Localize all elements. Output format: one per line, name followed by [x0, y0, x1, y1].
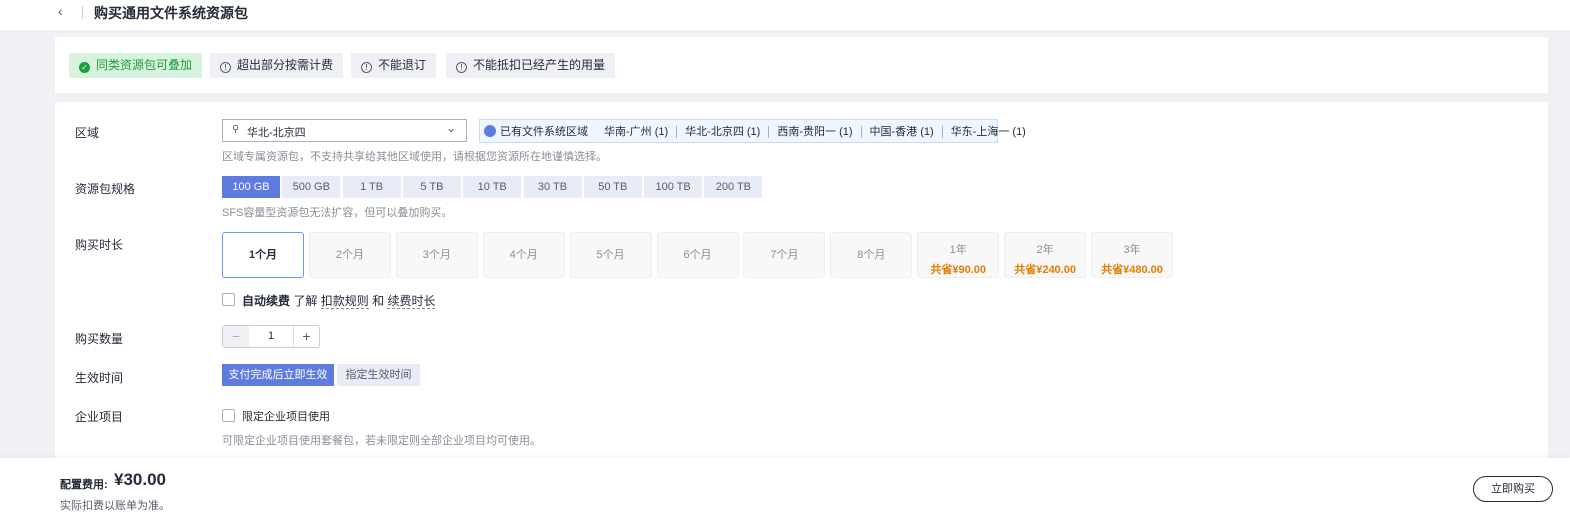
- duration-option[interactable]: 4个月: [482, 232, 565, 278]
- existing-region: 西南-贵阳一 (1): [768, 126, 861, 138]
- duration-label: 4个月: [509, 249, 538, 261]
- existing-region: 华南-广州 (1): [604, 126, 669, 138]
- duration-option[interactable]: 7个月: [743, 232, 826, 278]
- check-circle-icon: ✓: [79, 62, 90, 73]
- duration-label: 购买时长: [75, 238, 124, 252]
- spec-option[interactable]: 100 GB: [222, 176, 280, 198]
- page-title: 购买通用文件系统资源包: [94, 5, 248, 21]
- duration-label: 3个月: [422, 249, 451, 261]
- plus-icon[interactable]: +: [293, 326, 319, 347]
- duration-option[interactable]: 2年共省¥240.00: [1004, 232, 1087, 278]
- duration-option[interactable]: 2个月: [308, 232, 391, 278]
- duration-label: 5个月: [596, 249, 625, 261]
- quantity-label: 购买数量: [75, 332, 124, 346]
- existing-region: 华北-北京四 (1): [676, 126, 769, 138]
- notice-card: ✓ 同类资源包可叠加 ! 超出部分按需计费 ! 不能退订 ! 不能抵扣已经产生的用量: [55, 37, 1548, 93]
- and-text: 和: [372, 294, 385, 308]
- learn-text: 了解: [293, 294, 318, 308]
- duration-label: 8个月: [857, 249, 886, 261]
- chevron-down-icon: ⌄: [445, 121, 456, 135]
- duration-option[interactable]: 1年共省¥90.00: [917, 232, 1000, 278]
- fee-label: 配置费用:: [60, 479, 108, 491]
- duration-option[interactable]: 3年共省¥480.00: [1091, 232, 1173, 278]
- duration-label: 3年: [1123, 244, 1141, 256]
- spec-option[interactable]: 30 TB: [523, 176, 582, 198]
- enterprise-label: 企业项目: [75, 410, 124, 424]
- quantity-stepper[interactable]: − 1 +: [222, 325, 320, 348]
- tag-no-deduct: ! 不能抵扣已经产生的用量: [446, 53, 616, 78]
- region-hint: 区域专属资源包，不支持共享给其他区域使用，请根据您资源所在地谨慎选择。: [222, 151, 607, 163]
- auto-renew-row: 自动续费 了解 扣款规则 和 续费时长: [242, 292, 436, 309]
- divider: [82, 6, 83, 19]
- enterprise-checkbox-label: 限定企业项目使用: [242, 411, 330, 423]
- buy-now-button[interactable]: 立即购买: [1473, 476, 1553, 502]
- spec-option[interactable]: 10 TB: [463, 176, 522, 198]
- enterprise-checkbox[interactable]: [222, 409, 235, 422]
- thumbs-up-icon: [484, 125, 496, 137]
- duration-savings: 共省¥90.00: [930, 264, 987, 276]
- tag-stackable: ✓ 同类资源包可叠加: [69, 53, 203, 78]
- existing-region: 中国-香港 (1): [860, 126, 942, 138]
- tag-overage: ! 超出部分按需计费: [210, 53, 344, 78]
- duration-label: 1年: [949, 244, 967, 256]
- info-circle-icon: !: [456, 62, 467, 73]
- chevron-left-icon[interactable]: ‹: [58, 3, 63, 19]
- tag-label: 不能退订: [378, 58, 427, 72]
- renewal-duration-link[interactable]: 续费时长: [387, 294, 436, 309]
- duration-option[interactable]: 1个月: [222, 232, 304, 278]
- auto-renew-label: 自动续费: [242, 294, 291, 308]
- existing-region: 华东-上海一 (1): [941, 126, 1034, 138]
- fee-amount: ¥30.00: [114, 470, 166, 489]
- tag-no-refund: ! 不能退订: [351, 53, 437, 78]
- tag-label: 同类资源包可叠加: [96, 58, 193, 72]
- effective-label: 生效时间: [75, 371, 124, 385]
- existing-regions: 已有文件系统区域 华南-广州 (1) 华北-北京四 (1) 西南-贵阳一 (1) 中国-…: [479, 119, 1034, 143]
- effective-immediate-button[interactable]: 支付完成后立即生效: [222, 364, 334, 386]
- duration-label: 2年: [1036, 244, 1054, 256]
- fee-hint: 实际扣费以账单为准。: [60, 500, 170, 512]
- tag-label: 不能抵扣已经产生的用量: [473, 58, 606, 72]
- spec-option[interactable]: 100 TB: [644, 176, 703, 198]
- enterprise-hint: 可限定企业项目使用套餐包，若未限定则全部企业项目均可使用。: [222, 435, 541, 447]
- duration-option[interactable]: 6个月: [656, 232, 739, 278]
- quantity-value[interactable]: 1: [249, 326, 293, 347]
- config-card: 区域 ⚲ 华北-北京四 ⌄ 已有文件系统区域 华南-广州 (1) 华北-北京四 (1…: [55, 102, 1548, 458]
- spec-option[interactable]: 50 TB: [583, 176, 642, 198]
- spec-option[interactable]: 1 TB: [342, 176, 401, 198]
- duration-label: 1个月: [248, 249, 278, 261]
- spec-hint: SFS容量型资源包无法扩容，但可以叠加购买。: [222, 207, 453, 219]
- region-value: 华北-北京四: [247, 127, 306, 139]
- duration-savings: 共省¥480.00: [1101, 264, 1163, 276]
- duration-option[interactable]: 5个月: [569, 232, 652, 278]
- duration-label: 6个月: [683, 249, 712, 261]
- duration-label: 2个月: [335, 249, 364, 261]
- effective-specified-button[interactable]: 指定生效时间: [337, 364, 420, 386]
- location-pin-icon: ⚲: [232, 124, 240, 135]
- spec-option[interactable]: 500 GB: [282, 176, 341, 198]
- info-circle-icon: !: [361, 62, 372, 73]
- region-label: 区域: [75, 126, 100, 140]
- tag-label: 超出部分按需计费: [237, 58, 334, 72]
- deduction-rules-link[interactable]: 扣款规则: [320, 294, 369, 309]
- spec-option[interactable]: 200 TB: [704, 176, 763, 198]
- region-select[interactable]: ⚲ 华北-北京四 ⌄: [222, 119, 467, 142]
- duration-option[interactable]: 3个月: [395, 232, 478, 278]
- spec-label: 资源包规格: [75, 182, 136, 196]
- duration-option[interactable]: 8个月: [830, 232, 913, 278]
- minus-icon[interactable]: −: [223, 326, 249, 347]
- duration-label: 7个月: [770, 249, 799, 261]
- page-header: ‹ 购买通用文件系统资源包: [0, 0, 1570, 30]
- duration-savings: 共省¥240.00: [1014, 264, 1076, 276]
- info-circle-icon: !: [220, 62, 231, 73]
- auto-renew-checkbox[interactable]: [222, 293, 235, 306]
- existing-label: 已有文件系统区域: [500, 126, 588, 138]
- footer-bar: 配置费用: ¥30.00 实际扣费以账单为准。 立即购买: [0, 458, 1570, 515]
- spec-option[interactable]: 5 TB: [402, 176, 461, 198]
